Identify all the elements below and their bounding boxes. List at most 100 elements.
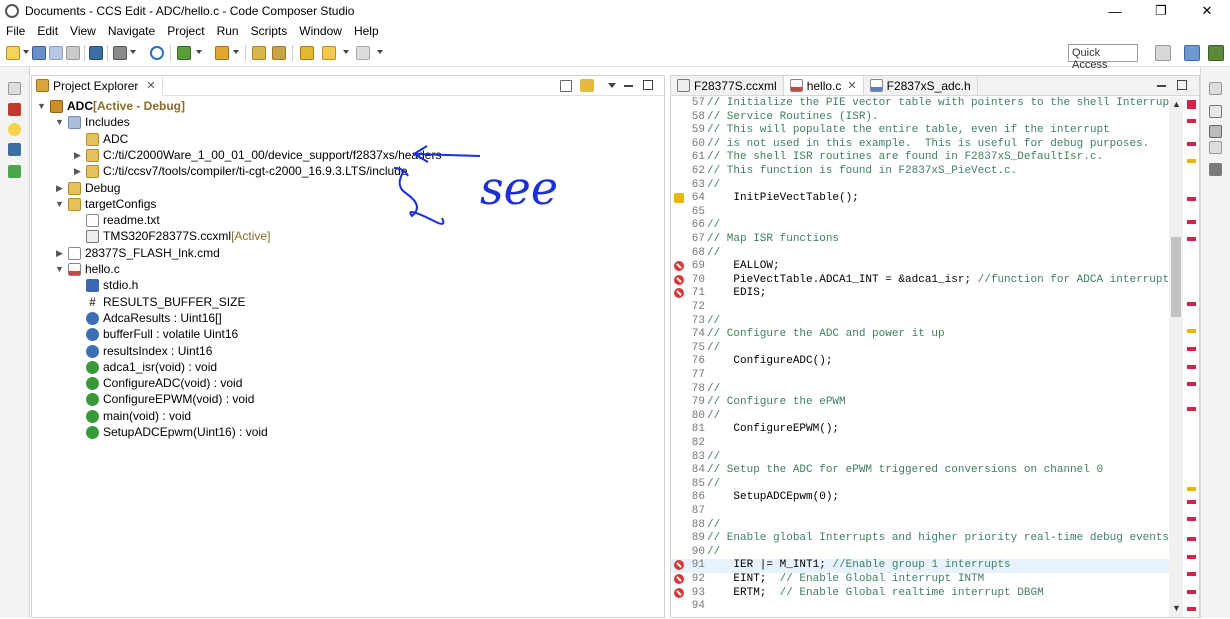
tab-f2837xs-adc-h[interactable]: F2837xS_adc.h bbox=[864, 76, 978, 95]
error-ruler-mark[interactable] bbox=[1187, 607, 1196, 611]
minimize-view-icon[interactable] bbox=[624, 85, 633, 87]
tree-item-stdio[interactable]: stdio.h bbox=[86, 277, 138, 293]
error-ruler-mark[interactable] bbox=[1187, 537, 1196, 541]
tree-item-targetconfigs[interactable]: ▼ targetConfigs bbox=[54, 196, 156, 212]
outline-view-icon[interactable] bbox=[1209, 105, 1222, 118]
error-summary-icon[interactable] bbox=[1187, 100, 1196, 109]
forward-arrow-icon[interactable] bbox=[356, 46, 370, 60]
error-ruler-mark[interactable] bbox=[1187, 142, 1196, 146]
code-line[interactable]: 86 SetupADCEpwm(0); bbox=[671, 491, 1169, 505]
collapse-arrow-icon[interactable]: ▼ bbox=[54, 264, 65, 275]
save-icon[interactable] bbox=[32, 46, 46, 60]
error-ruler-mark[interactable] bbox=[1187, 517, 1196, 521]
code-line[interactable]: 67// Map ISR functions bbox=[671, 233, 1169, 247]
tree-item-bufferfull[interactable]: bufferFull : volatile Uint16 bbox=[86, 326, 238, 342]
menu-view[interactable]: View bbox=[64, 24, 102, 38]
collapse-arrow-icon[interactable]: ▼ bbox=[36, 101, 47, 112]
link-editor-icon[interactable] bbox=[580, 79, 594, 92]
code-line[interactable]: 94 bbox=[671, 600, 1169, 614]
menu-scripts[interactable]: Scripts bbox=[245, 24, 294, 38]
restore-icon[interactable] bbox=[1209, 82, 1222, 95]
expand-arrow-icon[interactable]: ▶ bbox=[54, 183, 65, 194]
tree-item-include-compiler[interactable]: ▶ C:/ti/ccsv7/tools/compiler/ti-cgt-c200… bbox=[72, 163, 408, 179]
error-ruler-mark[interactable] bbox=[1187, 500, 1196, 504]
code-area[interactable]: 57// Initialize the PIE vector table wit… bbox=[671, 97, 1182, 617]
annotation-icon[interactable] bbox=[252, 46, 266, 60]
tree-item-setupadcepwm[interactable]: SetupADCEpwm(Uint16) : void bbox=[86, 424, 268, 440]
tree-item-configureepwm[interactable]: ConfigureEPWM(void) : void bbox=[86, 391, 254, 407]
error-marker-icon[interactable] bbox=[674, 274, 684, 285]
error-ruler-mark[interactable] bbox=[1187, 572, 1196, 576]
error-ruler-mark[interactable] bbox=[1187, 119, 1196, 123]
menu-project[interactable]: Project bbox=[161, 24, 210, 38]
tree-item-hello-c[interactable]: ▼ hello.c bbox=[54, 261, 120, 277]
tree-item-ccxml[interactable]: TMS320F28377S.ccxml [Active] bbox=[86, 228, 270, 244]
error-ruler-mark[interactable] bbox=[1187, 237, 1196, 241]
code-line[interactable]: 89// Enable global Interrupts and higher… bbox=[671, 532, 1176, 546]
code-line[interactable]: 70 PieVectTable.ADCA1_INT = &adca1_isr; … bbox=[671, 274, 1182, 288]
code-line[interactable]: 92 EINT; // Enable Global interrupt INTM bbox=[671, 573, 1169, 587]
back-dropdown-icon[interactable] bbox=[343, 50, 349, 54]
expand-arrow-icon[interactable]: ▶ bbox=[54, 248, 65, 259]
open-perspective-icon[interactable] bbox=[1155, 45, 1171, 61]
tasks-icon[interactable] bbox=[1209, 163, 1222, 176]
restore-icon[interactable] bbox=[8, 82, 21, 95]
close-icon[interactable]: ✕ bbox=[847, 79, 856, 92]
tree-item-configureadc[interactable]: ConfigureADC(void) : void bbox=[86, 375, 242, 391]
code-line[interactable]: 66// bbox=[671, 219, 1169, 233]
tab-project-explorer[interactable]: Project Explorer ✕ bbox=[32, 75, 163, 96]
close-button[interactable]: ✕ bbox=[1184, 0, 1230, 22]
error-marker-icon[interactable] bbox=[674, 587, 684, 598]
new-icon[interactable] bbox=[6, 46, 20, 60]
menu-help[interactable]: Help bbox=[348, 24, 385, 38]
flash-dropdown-icon[interactable] bbox=[233, 50, 239, 54]
code-line[interactable]: 81 ConfigureEPWM(); bbox=[671, 423, 1169, 437]
error-ruler-mark[interactable] bbox=[1187, 220, 1196, 224]
print-icon[interactable] bbox=[66, 46, 80, 60]
tree-item-debug[interactable]: ▶ Debug bbox=[54, 180, 120, 196]
collapse-all-icon[interactable] bbox=[560, 80, 572, 92]
code-line[interactable]: 65 bbox=[671, 206, 1169, 220]
error-ruler-mark[interactable] bbox=[1187, 347, 1196, 351]
tab-f28377s-ccxml[interactable]: F28377S.ccxml bbox=[671, 76, 784, 95]
code-line[interactable]: 62// This function is found in F2837xS_P… bbox=[671, 165, 1169, 179]
warning-ruler-mark[interactable] bbox=[1187, 487, 1196, 491]
scrollbar-thumb[interactable] bbox=[1171, 237, 1181, 317]
error-marker-icon[interactable] bbox=[674, 261, 684, 272]
code-line[interactable]: 57// Initialize the PIE vector table wit… bbox=[671, 97, 1176, 111]
error-ruler-mark[interactable] bbox=[1187, 365, 1196, 369]
error-marker-icon[interactable] bbox=[674, 574, 684, 584]
error-ruler-mark[interactable] bbox=[1187, 590, 1196, 594]
collapse-arrow-icon[interactable]: ▼ bbox=[54, 199, 65, 210]
code-line[interactable]: 61// The shell ISR routines are found in… bbox=[671, 151, 1169, 165]
warning-marker-icon[interactable] bbox=[674, 193, 684, 204]
ccs-debug-perspective-icon[interactable] bbox=[1208, 45, 1224, 61]
close-icon[interactable]: ✕ bbox=[146, 79, 155, 92]
tree-item-project-adc[interactable]: ▼ ADC [Active - Debug] bbox=[36, 98, 185, 114]
code-line[interactable]: 91 IER |= M_INT1; //Enable group 1 inter… bbox=[671, 559, 1169, 573]
prev-edit-icon[interactable] bbox=[300, 46, 314, 60]
code-line[interactable]: 69 EALLOW; bbox=[671, 260, 1169, 274]
menu-edit[interactable]: Edit bbox=[31, 24, 64, 38]
code-line[interactable]: 63// bbox=[671, 179, 1169, 193]
debug-view-icon[interactable] bbox=[89, 46, 103, 60]
restore-icon[interactable] bbox=[1209, 141, 1222, 154]
tree-item-resultsindex[interactable]: resultsIndex : Uint16 bbox=[86, 343, 212, 359]
code-line[interactable]: 73// bbox=[671, 315, 1169, 329]
back-arrow-icon[interactable] bbox=[322, 46, 336, 60]
include-browser-icon[interactable] bbox=[1209, 125, 1222, 138]
code-line[interactable]: 88// bbox=[671, 519, 1169, 533]
code-line[interactable]: 90// bbox=[671, 546, 1169, 560]
collapse-arrow-icon[interactable]: ▼ bbox=[54, 117, 65, 128]
code-line[interactable]: 83// bbox=[671, 451, 1169, 465]
menu-navigate[interactable]: Navigate bbox=[102, 24, 161, 38]
debug-dropdown-icon[interactable] bbox=[196, 50, 202, 54]
console-icon[interactable] bbox=[8, 143, 21, 156]
error-ruler-mark[interactable] bbox=[1187, 555, 1196, 559]
code-line[interactable]: 58// Service Routines (ISR). bbox=[671, 111, 1169, 125]
code-line[interactable]: 87 bbox=[671, 505, 1169, 519]
open-task-icon[interactable] bbox=[272, 46, 286, 60]
build-hammer-icon[interactable] bbox=[113, 46, 127, 60]
error-ruler-mark[interactable] bbox=[1187, 382, 1196, 386]
code-line[interactable]: 71 EDIS; bbox=[671, 287, 1169, 301]
